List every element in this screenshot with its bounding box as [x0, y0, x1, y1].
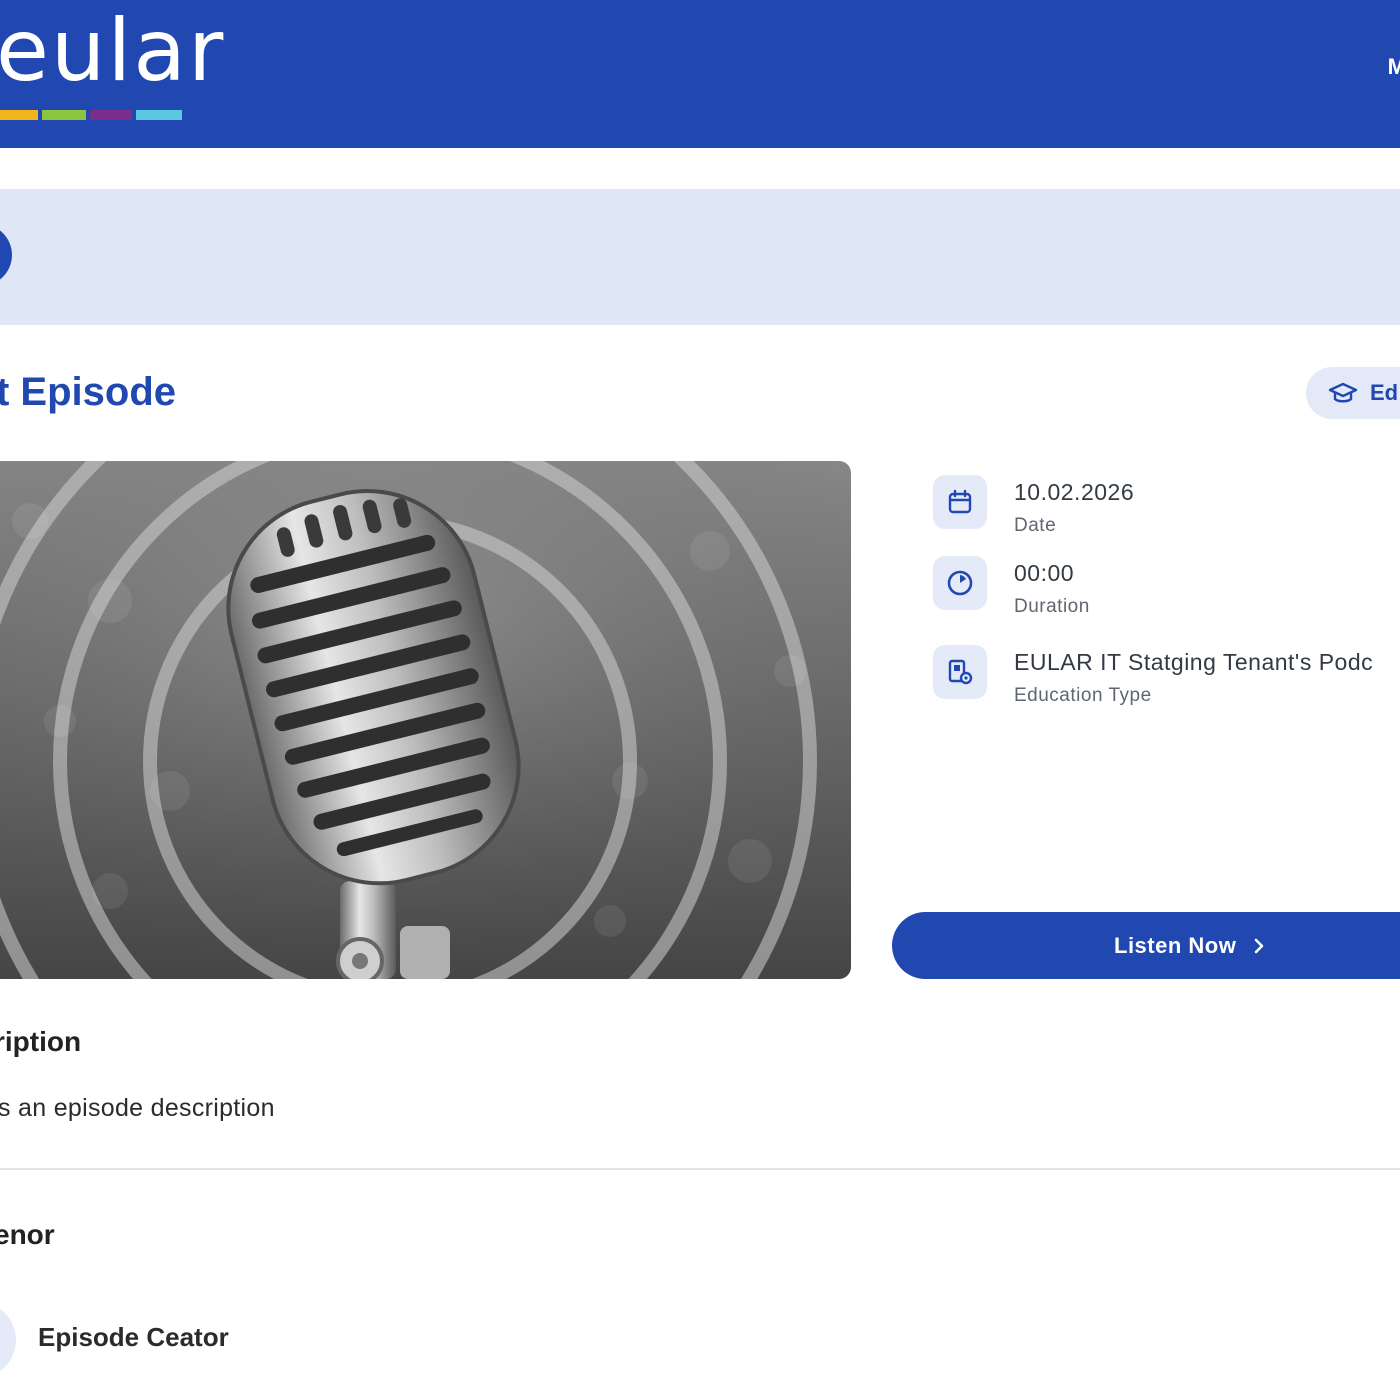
- section-divider: [0, 1168, 1400, 1170]
- page: eular M t Episode Ed 10.02.2026 Date 00:…: [0, 0, 1400, 1400]
- education-pill[interactable]: Ed: [1306, 367, 1400, 419]
- avatar: [0, 1302, 16, 1378]
- graduation-cap-icon: [1328, 382, 1358, 403]
- logo-bar-yellow: [0, 110, 38, 120]
- description-text: s an episode description: [0, 1094, 275, 1122]
- meta-duration-label: Duration: [1014, 596, 1090, 617]
- education-pill-label: Ed: [1370, 380, 1399, 405]
- microphone-illustration: [0, 461, 851, 979]
- convenor-name[interactable]: Episode Ceator: [38, 1322, 229, 1353]
- breadcrumb-banner: [0, 189, 1400, 325]
- meta-date-value: 10.02.2026: [1014, 479, 1135, 505]
- logo-bar-green: [42, 110, 86, 120]
- convenor-heading: enor: [0, 1219, 55, 1250]
- logo-bar-purple: [90, 110, 132, 120]
- meta-education-type-value: EULAR IT Statging Tenant's Podc: [1014, 649, 1374, 675]
- header-menu-link[interactable]: M: [1388, 54, 1400, 80]
- listen-now-label: Listen Now: [1114, 932, 1237, 958]
- meta-duration-value: 00:00: [1014, 560, 1075, 586]
- logo-bar-cyan: [136, 110, 182, 120]
- page-title: t Episode: [0, 370, 177, 414]
- site-header: eular M: [0, 0, 1400, 148]
- clock-icon: [933, 556, 987, 610]
- eular-logo[interactable]: eular: [0, 0, 225, 94]
- description-heading: ription: [0, 1026, 82, 1057]
- calendar-icon: [933, 475, 987, 529]
- education-type-icon: [933, 645, 987, 699]
- listen-now-button[interactable]: Listen Now: [892, 912, 1400, 979]
- meta-date-label: Date: [1014, 515, 1057, 536]
- meta-education-type-label: Education Type: [1014, 685, 1152, 706]
- episode-cover-image: [0, 461, 851, 979]
- logo-color-bars: [0, 110, 186, 120]
- chevron-right-icon: [1255, 938, 1264, 953]
